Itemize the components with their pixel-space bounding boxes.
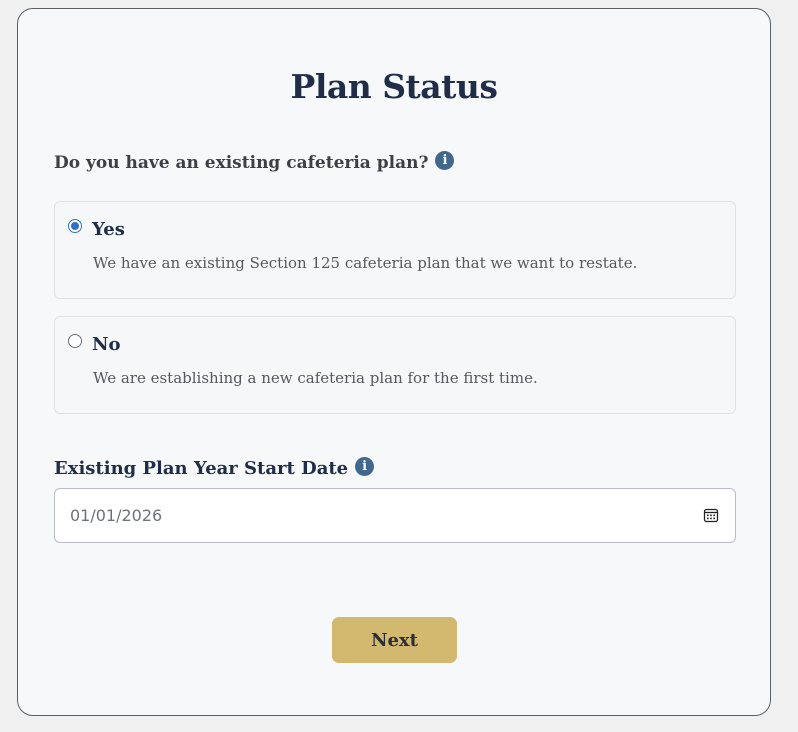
option-no-label: No [92, 334, 121, 355]
existing-plan-question: Do you have an existing cafeteria plan? … [54, 150, 455, 173]
question-text: Do you have an existing cafeteria plan? [54, 153, 429, 173]
date-label-text: Existing Plan Year Start Date [54, 458, 349, 479]
option-yes[interactable]: Yes We have an existing Section 125 cafe… [54, 201, 736, 299]
plan-year-start-date-label: Existing Plan Year Start Date i [54, 457, 375, 479]
option-yes-label: Yes [92, 219, 125, 240]
option-no[interactable]: No We are establishing a new cafeteria p… [54, 316, 736, 414]
plan-year-start-date-input[interactable]: 01/01/2026 [54, 488, 736, 543]
no-radio[interactable] [68, 334, 82, 348]
next-button[interactable]: Next [332, 617, 457, 663]
info-icon[interactable]: i [435, 150, 455, 170]
date-value: 01/01/2026 [70, 506, 163, 525]
page-title: Plan Status [290, 67, 499, 106]
option-yes-description: We have an existing Section 125 cafeteri… [93, 254, 638, 272]
info-icon[interactable]: i [355, 457, 375, 476]
calendar-icon[interactable] [703, 507, 719, 523]
plan-status-card: Plan Status Do you have an existing cafe… [17, 8, 771, 716]
yes-radio[interactable] [68, 219, 82, 233]
option-no-description: We are establishing a new cafeteria plan… [93, 369, 538, 387]
